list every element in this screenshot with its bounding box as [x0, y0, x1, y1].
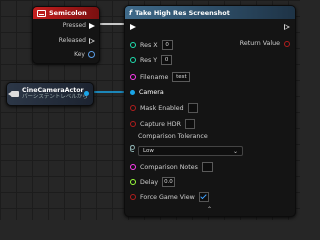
- function-node-header[interactable]: f Take High Res Screenshot: [125, 6, 295, 19]
- pressed-output[interactable]: Pressed: [63, 22, 95, 29]
- res-x-pin[interactable]: [130, 42, 136, 48]
- return-value-pin[interactable]: [284, 40, 290, 47]
- key-label: Key: [74, 51, 85, 58]
- force-game-view-checkbox[interactable]: [198, 192, 209, 202]
- comparison-notes-input[interactable]: Comparison Notes: [130, 162, 213, 172]
- released-output[interactable]: Released: [59, 37, 95, 44]
- comparison-notes-label: Comparison Notes: [140, 163, 198, 171]
- exec-output[interactable]: [284, 24, 290, 30]
- released-label: Released: [58, 37, 86, 44]
- mask-enabled-input[interactable]: Mask Enabled: [130, 103, 198, 113]
- res-x-input[interactable]: Res X 0: [130, 40, 173, 50]
- chevron-down-icon: ⌄: [232, 147, 238, 155]
- comparison-tolerance-pin[interactable]: [130, 145, 135, 152]
- exec-out-pin[interactable]: [284, 24, 290, 30]
- force-game-view-pin[interactable]: [130, 194, 136, 200]
- return-value-output[interactable]: Return Value: [240, 40, 290, 47]
- cine-camera-actor-node[interactable]: CineCameraActor パーシステントレベルから: [6, 82, 94, 106]
- comparison-tolerance-label: Comparison Tolerance: [138, 133, 208, 140]
- comparison-notes-pin[interactable]: [130, 164, 136, 170]
- res-y-label: Res Y: [140, 56, 158, 64]
- exec-input[interactable]: [130, 24, 136, 30]
- comparison-tolerance-select[interactable]: Low ⌄: [138, 146, 243, 156]
- released-exec-pin[interactable]: [89, 37, 95, 44]
- comparison-tolerance-label-row: Comparison Tolerance: [138, 133, 208, 140]
- key-output[interactable]: Key: [74, 51, 95, 58]
- pressed-exec-pin[interactable]: [89, 22, 95, 29]
- camera-label: Camera: [139, 89, 164, 96]
- camera-input[interactable]: Camera: [130, 89, 164, 96]
- actor-object-pin[interactable]: [84, 91, 89, 96]
- exec-in-pin[interactable]: [130, 24, 136, 30]
- res-x-label: Res X: [140, 41, 158, 49]
- key-struct-pin[interactable]: [88, 51, 95, 58]
- filename-pin[interactable]: [130, 74, 136, 80]
- filename-label: Filename: [140, 73, 169, 81]
- comparison-tolerance-value: Low: [143, 148, 154, 154]
- capture-hdr-checkbox[interactable]: [185, 119, 195, 129]
- filename-input[interactable]: Filename test: [130, 72, 191, 82]
- capture-hdr-label: Capture HDR: [140, 120, 181, 128]
- force-game-view-input[interactable]: Force Game View: [130, 192, 209, 202]
- filename-value[interactable]: test: [172, 72, 191, 82]
- collapse-arrow-icon[interactable]: ⌃: [207, 206, 212, 213]
- capture-hdr-pin[interactable]: [130, 121, 136, 127]
- camera-pin[interactable]: [130, 90, 135, 95]
- mask-enabled-checkbox[interactable]: [187, 103, 198, 113]
- res-y-pin[interactable]: [130, 57, 136, 63]
- comparison-notes-value[interactable]: [201, 162, 213, 172]
- res-x-value[interactable]: 0: [161, 40, 173, 50]
- delay-pin[interactable]: [130, 179, 136, 185]
- function-icon: f: [129, 8, 133, 17]
- res-y-input[interactable]: Res Y 0: [130, 55, 173, 65]
- keyboard-event-node[interactable]: Semicolon Pressed Released Key: [32, 6, 100, 64]
- delay-value[interactable]: 0.0: [162, 177, 175, 187]
- actor-node-subtitle: パーシステントレベルから: [22, 94, 88, 101]
- pressed-label: Pressed: [62, 22, 86, 29]
- return-value-label: Return Value: [239, 40, 280, 47]
- delay-label: Delay: [140, 178, 159, 186]
- comparison-tolerance-input[interactable]: [130, 145, 135, 152]
- res-y-value[interactable]: 0: [161, 55, 173, 65]
- keyboard-node-header[interactable]: Semicolon: [33, 7, 99, 19]
- take-high-res-screenshot-node[interactable]: f Take High Res Screenshot Res X 0 Retur…: [124, 5, 296, 217]
- mask-enabled-label: Mask Enabled: [140, 104, 184, 112]
- mask-enabled-pin[interactable]: [130, 105, 136, 111]
- keyboard-icon: [37, 9, 46, 17]
- delay-input[interactable]: Delay 0.0: [130, 177, 175, 187]
- function-node-title: Take High Res Screenshot: [135, 8, 230, 17]
- camera-icon: [8, 91, 19, 97]
- capture-hdr-input[interactable]: Capture HDR: [130, 119, 195, 129]
- force-game-view-label: Force Game View: [140, 193, 195, 201]
- keyboard-node-title: Semicolon: [49, 9, 87, 17]
